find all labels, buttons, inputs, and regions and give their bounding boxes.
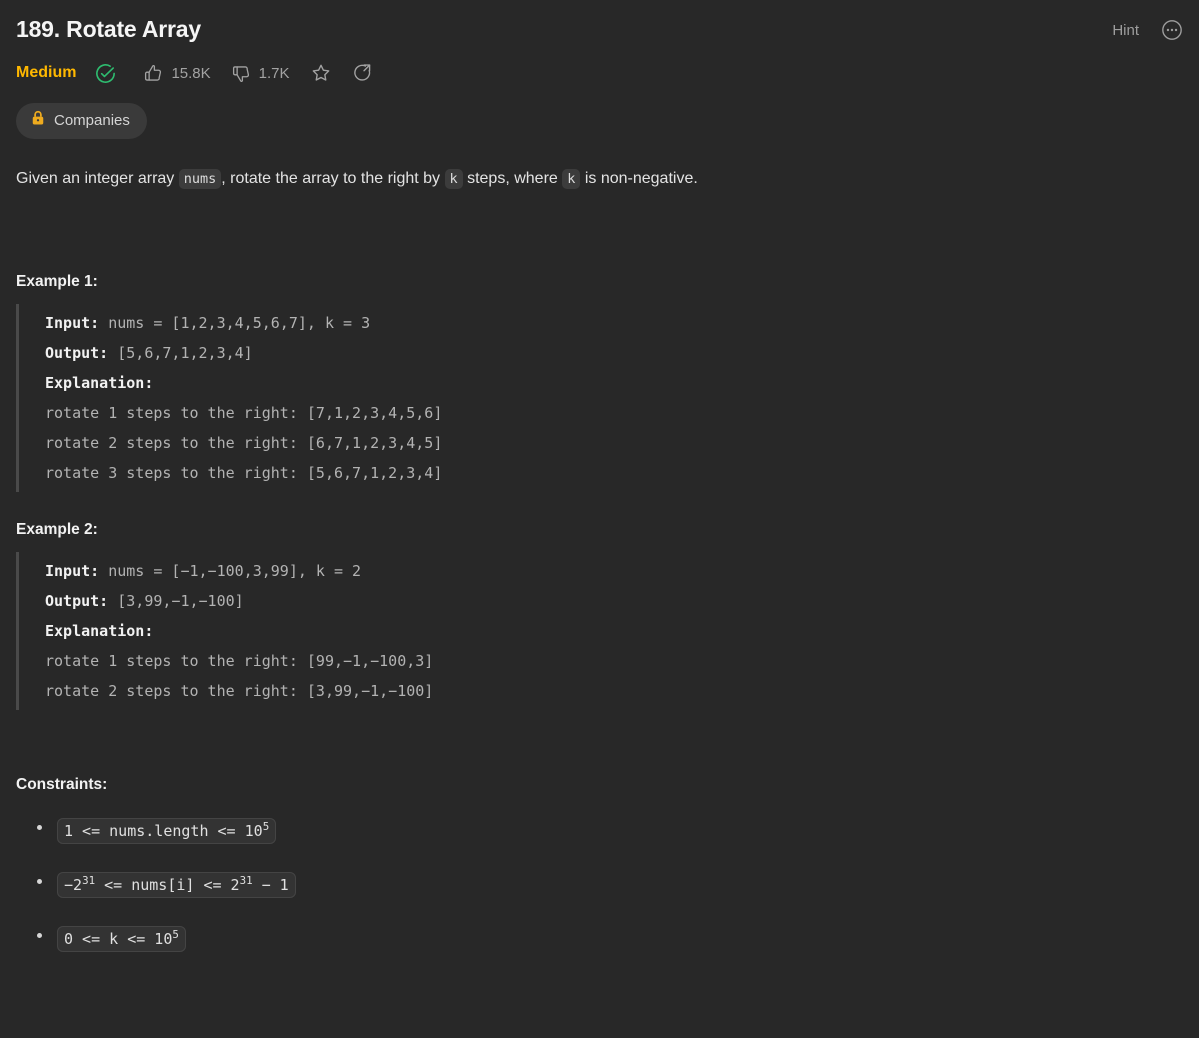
example-2-output-value: [3,99,−1,−100] [108, 592, 244, 610]
constraint-1-text: 1 <= nums.length <= 10 [64, 822, 263, 840]
constraints-heading: Constraints: [16, 776, 108, 793]
upvote-count: 15.8K [171, 64, 211, 82]
example-2-heading: Example 2: [16, 521, 98, 538]
problem-meta-row: Medium 15.8K 1.7K [16, 59, 1183, 87]
statement-text-3: steps, where [462, 170, 563, 187]
constraints-list: 1 <= nums.length <= 105 −231 <= nums[i] … [16, 816, 1183, 952]
constraint-chip-3: 0 <= k <= 105 [57, 926, 186, 952]
example-1-output-value: [5,6,7,1,2,3,4] [108, 344, 253, 362]
statement-text-4: is non-negative. [580, 170, 698, 187]
share-icon [352, 62, 374, 84]
example-1-explanation-label: Explanation: [45, 374, 154, 392]
companies-button[interactable]: Companies [16, 103, 147, 139]
ellipsis-circle-icon[interactable] [1161, 19, 1183, 41]
example-1-input-value: nums = [1,2,3,4,5,6,7], k = 3 [99, 314, 371, 332]
constraint-chip-2: −231 <= nums[i] <= 231 − 1 [57, 872, 296, 898]
header: 189. Rotate Array Hint [16, 0, 1183, 45]
lock-icon [31, 110, 45, 131]
thumbs-up-icon [143, 63, 164, 84]
downvote-count: 1.7K [258, 64, 290, 82]
statement-text-1: Given an integer array [16, 170, 179, 187]
constraint-2-text-c: − 1 [252, 876, 289, 894]
example-2-explanation-line-1: rotate 1 steps to the right: [99,−1,−100… [45, 652, 434, 670]
downvote-button[interactable]: 1.7K [231, 63, 290, 84]
example-2-explanation-line-2: rotate 2 steps to the right: [3,99,−1,−1… [45, 682, 434, 700]
problem-description-panel: 189. Rotate Array Hint Medium 15.8K 1.7K… [0, 0, 1199, 1038]
example-2-input-value: nums = [−1,−100,3,99], k = 2 [99, 562, 362, 580]
difficulty-badge[interactable]: Medium [16, 64, 76, 82]
constraint-3-sup: 5 [172, 928, 179, 941]
example-1-explanation-line-2: rotate 2 steps to the right: [6,7,1,2,3,… [45, 434, 443, 452]
constraint-2-sup-b: 31 [239, 874, 253, 887]
badge-row: Companies [16, 103, 1183, 139]
header-actions: Hint [1112, 13, 1183, 41]
solved-status-icon [94, 62, 117, 85]
star-icon [310, 62, 332, 84]
favorite-button[interactable] [310, 62, 332, 84]
constraint-chip-1: 1 <= nums.length <= 105 [57, 818, 277, 844]
page-title: 189. Rotate Array [16, 16, 201, 42]
constraint-2-text-a: −2 [64, 876, 83, 894]
example-1-heading: Example 1: [16, 273, 98, 290]
example-2-block: Input: nums = [−1,−100,3,99], k = 2 Outp… [16, 552, 1183, 710]
statement-text-2: , rotate the array to the right by [221, 170, 445, 187]
list-item: −231 <= nums[i] <= 231 − 1 [16, 870, 1183, 898]
example-1-output-label: Output: [45, 344, 109, 362]
companies-label: Companies [54, 112, 130, 129]
problem-statement: Given an integer array nums, rotate the … [16, 167, 1183, 191]
thumbs-down-icon [231, 63, 252, 84]
example-2-input-label: Input: [45, 562, 100, 580]
example-1-explanation-line-3: rotate 3 steps to the right: [5,6,7,1,2,… [45, 464, 443, 482]
constraint-2-text-b: <= nums[i] <= 2 [95, 876, 240, 894]
inline-code-k-2: k [562, 169, 581, 189]
example-1-explanation-line-1: rotate 1 steps to the right: [7,1,2,3,4,… [45, 404, 443, 422]
constraint-3-text: 0 <= k <= 10 [64, 930, 173, 948]
example-1-input-label: Input: [45, 314, 100, 332]
hint-button[interactable]: Hint [1112, 22, 1139, 39]
inline-code-nums: nums [178, 169, 222, 189]
list-item: 0 <= k <= 105 [16, 924, 1183, 952]
example-2-explanation-label: Explanation: [45, 622, 154, 640]
share-button[interactable] [352, 62, 374, 84]
example-2-output-label: Output: [45, 592, 109, 610]
inline-code-k-1: k [444, 169, 463, 189]
list-item: 1 <= nums.length <= 105 [16, 816, 1183, 844]
constraint-1-sup: 5 [262, 820, 270, 833]
constraint-2-sup-a: 31 [82, 874, 96, 887]
upvote-button[interactable]: 15.8K [143, 63, 211, 84]
example-1-block: Input: nums = [1,2,3,4,5,6,7], k = 3 Out… [16, 304, 1183, 492]
